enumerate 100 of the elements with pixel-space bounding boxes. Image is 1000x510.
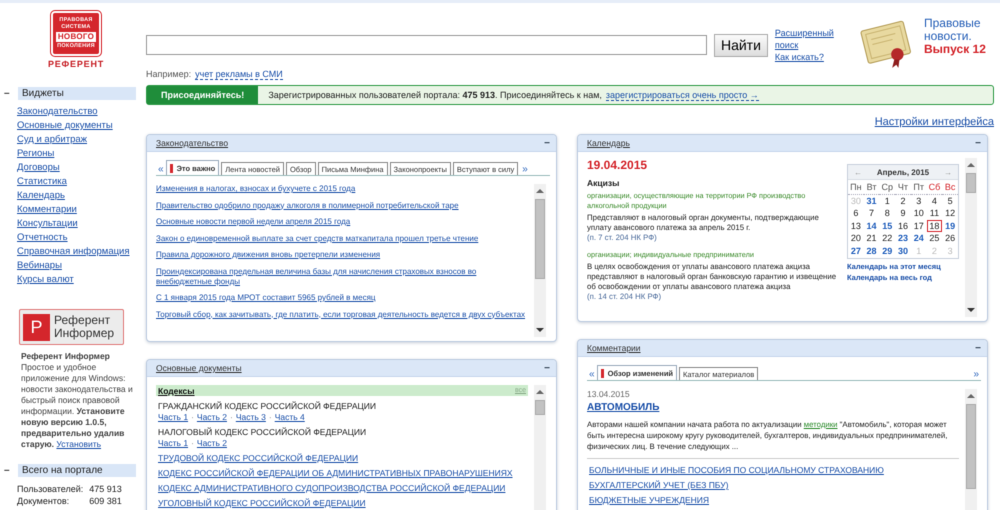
calendar-day[interactable]: 17 xyxy=(910,220,927,232)
calendar-day[interactable]: 23 xyxy=(895,232,911,244)
scrollbar[interactable] xyxy=(965,389,977,510)
scrollbar[interactable] xyxy=(534,385,546,510)
section-link[interactable]: Кодексы xyxy=(158,386,195,396)
join-button[interactable]: Присоединяйтесь! xyxy=(147,86,258,104)
sidebar-link[interactable]: Справочная информация xyxy=(17,245,130,259)
promo-link[interactable]: Правовые новости. xyxy=(924,17,986,43)
scrollbar[interactable] xyxy=(965,158,977,317)
calendar-day[interactable]: 19 xyxy=(942,220,958,232)
calendar-day[interactable]: 31 xyxy=(864,194,880,207)
sidebar-link[interactable]: Отчетность xyxy=(17,231,68,245)
panel-title[interactable]: Комментарии xyxy=(587,343,641,353)
calendar-day[interactable]: 12 xyxy=(942,207,958,220)
code-link[interactable]: КОДЕКС РОССИЙСКОЙ ФЕДЕРАЦИИ ОБ АДМИНИСТРАТИВНЫХ ПРАВОНАРУШЕНИЯХ xyxy=(158,468,513,479)
code-link[interactable]: ТРУДОВОЙ КОДЕКС РОССИЙСКОЙ ФЕДЕРАЦИИ xyxy=(158,453,358,464)
calendar-day[interactable]: 25 xyxy=(926,232,942,244)
calendar-day[interactable]: 21 xyxy=(864,232,880,244)
panel-title[interactable]: Календарь xyxy=(587,138,630,148)
calendar-day[interactable]: 28 xyxy=(864,244,880,257)
calendar-day[interactable]: 30 xyxy=(895,244,911,257)
sidebar-link[interactable]: Договоры xyxy=(17,161,60,175)
sidebar-link[interactable]: Статистика xyxy=(17,175,67,189)
part-link[interactable]: Часть 1 xyxy=(158,412,188,423)
calendar-day[interactable]: 3 xyxy=(910,194,927,207)
calendar-day[interactable]: 18 xyxy=(926,220,942,232)
calendar-day[interactable]: 10 xyxy=(910,207,927,220)
code-link[interactable]: КОДЕКС АДМИНИСТРАТИВНОГО СУДОПРОИЗВОДСТВА РОССИЙСКОЙ ФЕДЕРАЦИИ xyxy=(158,483,506,494)
sidebar-link[interactable]: Курсы валют xyxy=(17,273,74,287)
sidebar-link[interactable]: Консультации xyxy=(17,217,78,231)
sidebar-link[interactable]: Регионы xyxy=(17,147,54,161)
search-link[interactable]: Как искать? xyxy=(774,51,858,63)
calendar-day[interactable]: 8 xyxy=(879,207,896,220)
panel-title[interactable]: Основные документы xyxy=(156,363,242,373)
issue-number[interactable]: Выпуск 12 xyxy=(924,43,986,56)
collapse-toggle[interactable]: – xyxy=(4,465,12,476)
example-link[interactable]: учет рекламы в СМИ xyxy=(195,69,283,80)
calendar-day[interactable]: 20 xyxy=(848,232,864,244)
sidebar-link[interactable]: Комментарии xyxy=(17,203,77,217)
part-link[interactable]: Часть 2 xyxy=(196,438,227,449)
sidebar-link[interactable]: Основные документы xyxy=(17,119,113,133)
tabs-next[interactable]: » xyxy=(971,369,981,380)
collapse-toggle[interactable]: – xyxy=(4,88,12,99)
calendar-day[interactable]: 4 xyxy=(926,194,942,207)
collapse-toggle[interactable]: − xyxy=(975,342,981,354)
calendar-day[interactable]: 9 xyxy=(895,207,911,220)
news-link[interactable]: Закон о единовременной выплате за счет средств маткапитала прошел третье чтение xyxy=(156,234,478,244)
sidebar-link[interactable]: Суд и арбитраж xyxy=(17,133,88,147)
calendar-day[interactable]: 5 xyxy=(942,194,958,207)
topic-link[interactable]: БЮДЖЕТНЫЕ УЧРЕЖДЕНИЯ xyxy=(589,495,710,506)
calendar-day[interactable]: 29 xyxy=(879,244,896,257)
calendar-day[interactable]: 26 xyxy=(942,232,958,244)
widgets-header[interactable]: – Виджеты xyxy=(4,87,136,100)
collapse-toggle[interactable]: − xyxy=(544,138,550,148)
informer-title: Референт Информер xyxy=(21,351,111,362)
news-link[interactable]: Торговый сбор, как зачитывать, где платить, если торговая деятельность ведется в двух субъектах xyxy=(156,310,526,320)
tabs-prev[interactable]: « xyxy=(156,164,166,175)
comment-title-link[interactable]: АВТОМОБИЛЬ xyxy=(587,402,660,413)
news-link[interactable]: Проиндексирована предельная величина базы для начисления страховых взносов во внебюджетные фонды xyxy=(156,266,528,286)
part-link[interactable]: Часть 2 xyxy=(196,412,227,423)
news-link[interactable]: Правила дорожного движения вновь претерпели изменения xyxy=(156,250,380,260)
calendar-day[interactable]: 13 xyxy=(848,220,864,232)
search-button[interactable]: Найти xyxy=(714,34,768,56)
calendar-day[interactable]: 24 xyxy=(910,232,927,244)
calendar-day[interactable]: 15 xyxy=(879,220,896,232)
calendar-day[interactable]: 6 xyxy=(848,207,864,220)
news-link[interactable]: Изменения в налогах, взносах и бухучете с 2015 года xyxy=(156,184,356,194)
part-link[interactable]: Часть 1 xyxy=(158,438,188,449)
calendar-day[interactable]: 16 xyxy=(895,220,911,232)
tabs-prev[interactable]: « xyxy=(587,369,597,380)
calendar-day[interactable]: 1 xyxy=(879,194,896,207)
calendar-day[interactable]: 2 xyxy=(895,194,911,207)
settings-link[interactable]: Настройки интерфейса xyxy=(874,116,994,128)
sidebar-link[interactable]: Законодательство xyxy=(17,105,98,119)
topic-link[interactable]: БУХГАЛТЕРСКИЙ УЧЕТ (БЕЗ ПБУ) xyxy=(589,480,728,491)
part-link[interactable]: Часть 4 xyxy=(274,412,305,423)
sidebar-link[interactable]: Календарь xyxy=(17,189,65,203)
code-link[interactable]: УГОЛОВНЫЙ КОДЕКС РОССИЙСКОЙ ФЕДЕРАЦИИ xyxy=(158,498,366,509)
tabs-next[interactable]: » xyxy=(520,164,530,175)
stats-header[interactable]: – Всего на портале xyxy=(4,464,136,477)
install-link[interactable]: Установить xyxy=(56,439,102,449)
register-link[interactable]: зарегистрироваться очень просто → xyxy=(606,90,759,100)
collapse-toggle[interactable]: − xyxy=(544,362,550,374)
calendar-day[interactable]: 14 xyxy=(864,220,880,232)
sidebar-link[interactable]: Вебинары xyxy=(17,259,62,273)
calendar-day[interactable]: 7 xyxy=(864,207,880,220)
collapse-toggle[interactable]: − xyxy=(975,138,981,148)
part-link[interactable]: Часть 3 xyxy=(236,412,266,423)
news-link[interactable]: Основные новости первой недели апреля 2015 года xyxy=(156,217,350,227)
search-link[interactable]: Расширенный поиск xyxy=(774,27,858,51)
news-link[interactable]: С 1 января 2015 года МРОТ составит 5965 рублей в месяц xyxy=(156,293,376,303)
topic-link[interactable]: БОЛЬНИЧНЫЕ И ИНЫЕ ПОСОБИЯ ПО СОЦИАЛЬНОМУ СТРАХОВАНИЮ xyxy=(589,465,884,476)
calendar-day[interactable]: 22 xyxy=(879,232,896,244)
scrollbar[interactable] xyxy=(534,184,546,337)
calendar-day[interactable]: 11 xyxy=(926,207,942,220)
news-link[interactable]: Правительство одобрило продажу алкоголя в полимерной потребительской таре xyxy=(156,200,459,210)
weekday-label: Вс xyxy=(942,181,958,194)
search-field[interactable] xyxy=(146,35,707,55)
calendar-day[interactable]: 27 xyxy=(848,244,864,257)
panel-title[interactable]: Законодательство xyxy=(156,138,228,148)
